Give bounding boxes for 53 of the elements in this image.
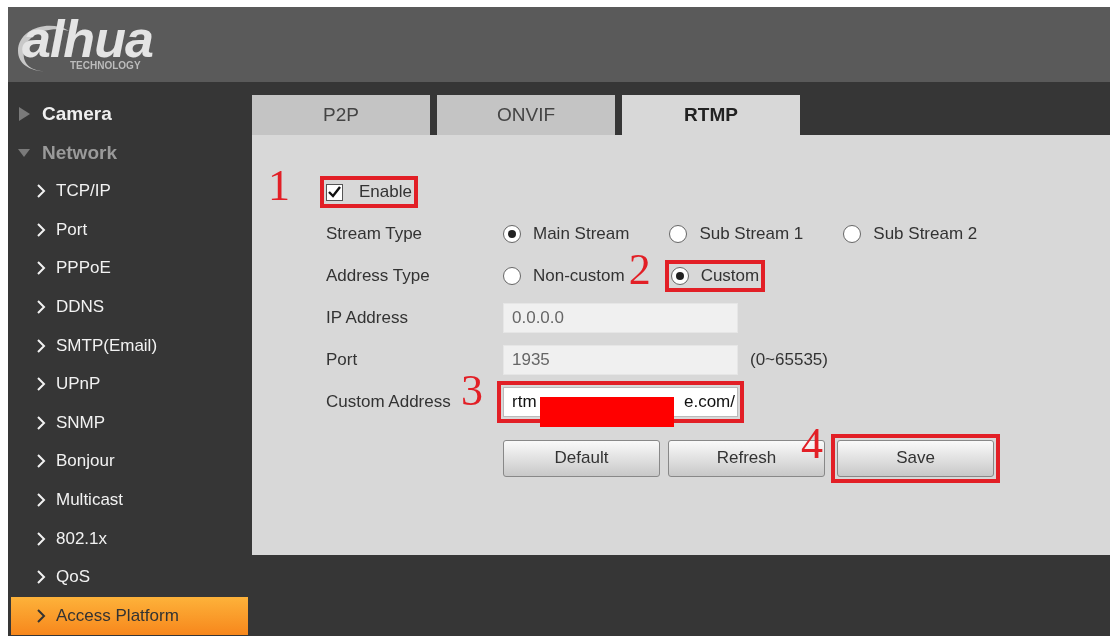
- radio-button[interactable]: [670, 267, 689, 285]
- sidebar-item[interactable]: PPPoE: [11, 249, 248, 288]
- annotation-number: 3: [461, 369, 483, 413]
- option-label: Sub Stream 1: [699, 224, 804, 244]
- enable-label: Enable: [359, 182, 412, 202]
- chevron-icon: [37, 531, 46, 546]
- chevron-icon: [37, 338, 46, 353]
- sidebar-item[interactable]: 802.1x: [11, 519, 248, 558]
- chevron-icon: [37, 377, 46, 392]
- annotation-number: 1: [268, 164, 290, 208]
- chevron-icon: [37, 570, 46, 585]
- radio-button[interactable]: [843, 225, 862, 243]
- tab[interactable]: RTMP: [622, 95, 800, 135]
- option-label: Main Stream: [533, 224, 630, 244]
- sidebar-item[interactable]: Access Platform: [11, 596, 248, 636]
- chevron-icon: [37, 184, 46, 199]
- chevron-icon: [37, 300, 46, 315]
- tab[interactable]: ONVIF: [437, 95, 615, 135]
- chevron-icon: [37, 261, 46, 276]
- sidebar-item[interactable]: Multicast: [11, 480, 248, 520]
- sidebar-item[interactable]: TCP/IP: [11, 172, 248, 211]
- action-button[interactable]: Save: [837, 439, 994, 477]
- action-button[interactable]: Default: [503, 439, 660, 477]
- triangle-right-icon: [18, 106, 30, 121]
- enable-checkbox[interactable]: [326, 183, 343, 201]
- sidebar-item[interactable]: SNMP: [11, 403, 248, 443]
- sidebar-item[interactable]: Port: [11, 210, 248, 250]
- sidebar-item[interactable]: UPnP: [11, 364, 248, 404]
- tab[interactable]: P2P: [252, 95, 430, 135]
- chevron-icon: [37, 415, 46, 430]
- field-label: Custom Address: [326, 392, 452, 412]
- chevron-icon: [37, 222, 46, 237]
- option-label: Custom: [700, 266, 760, 286]
- field-label: Address Type: [326, 266, 431, 286]
- option-label: Non-custom: [533, 266, 625, 286]
- radio-button[interactable]: [503, 267, 521, 285]
- chevron-icon: [37, 608, 46, 623]
- field-label: Port: [326, 350, 359, 370]
- radio-button[interactable]: [669, 225, 688, 243]
- sidebar-group[interactable]: Network: [8, 133, 248, 172]
- sidebar-item[interactable]: Bonjour: [11, 442, 248, 481]
- sidebar-group[interactable]: Camera: [8, 94, 248, 133]
- option-label: Sub Stream 2: [873, 224, 978, 244]
- chevron-icon: [37, 454, 46, 469]
- field-label: Stream Type: [326, 224, 424, 244]
- annotation-number: 2: [628, 248, 651, 292]
- port-range-hint: (0~65535): [750, 350, 828, 370]
- sidebar-item[interactable]: SMTP(Email): [11, 326, 248, 365]
- sidebar-item[interactable]: DDNS: [11, 287, 248, 327]
- sidebar-item[interactable]: QoS: [11, 557, 248, 597]
- chevron-icon: [37, 493, 46, 508]
- field-label: IP Address: [326, 308, 409, 328]
- radio-button[interactable]: [503, 225, 521, 243]
